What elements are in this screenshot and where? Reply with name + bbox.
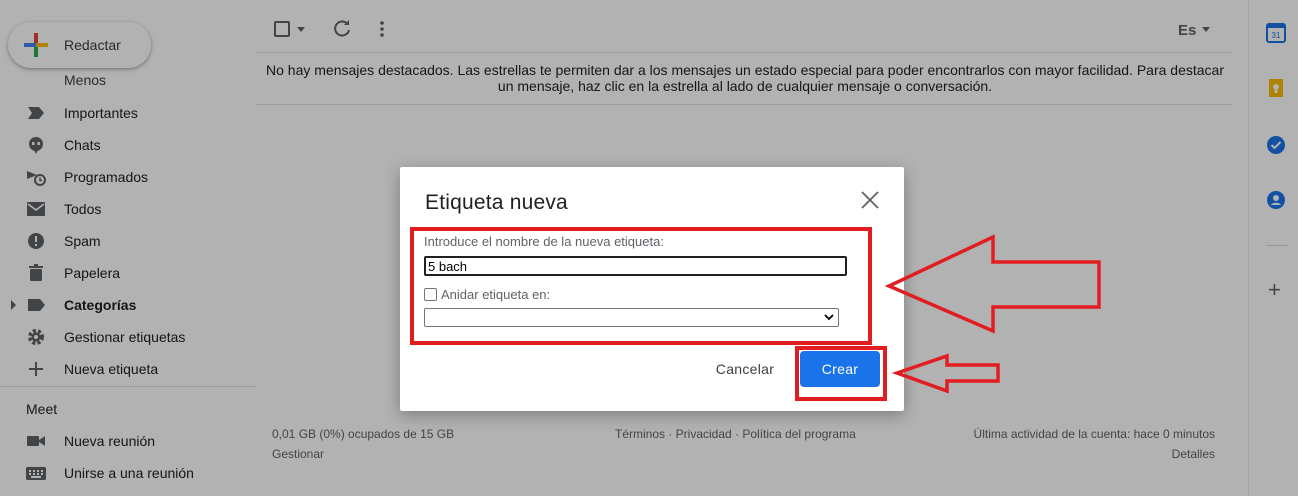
close-icon[interactable] (859, 189, 881, 211)
annotation-highlight-create (795, 346, 887, 401)
dialog-title: Etiqueta nueva (425, 191, 568, 214)
cancel-button[interactable]: Cancelar (706, 357, 784, 381)
annotation-highlight-form (410, 227, 872, 345)
